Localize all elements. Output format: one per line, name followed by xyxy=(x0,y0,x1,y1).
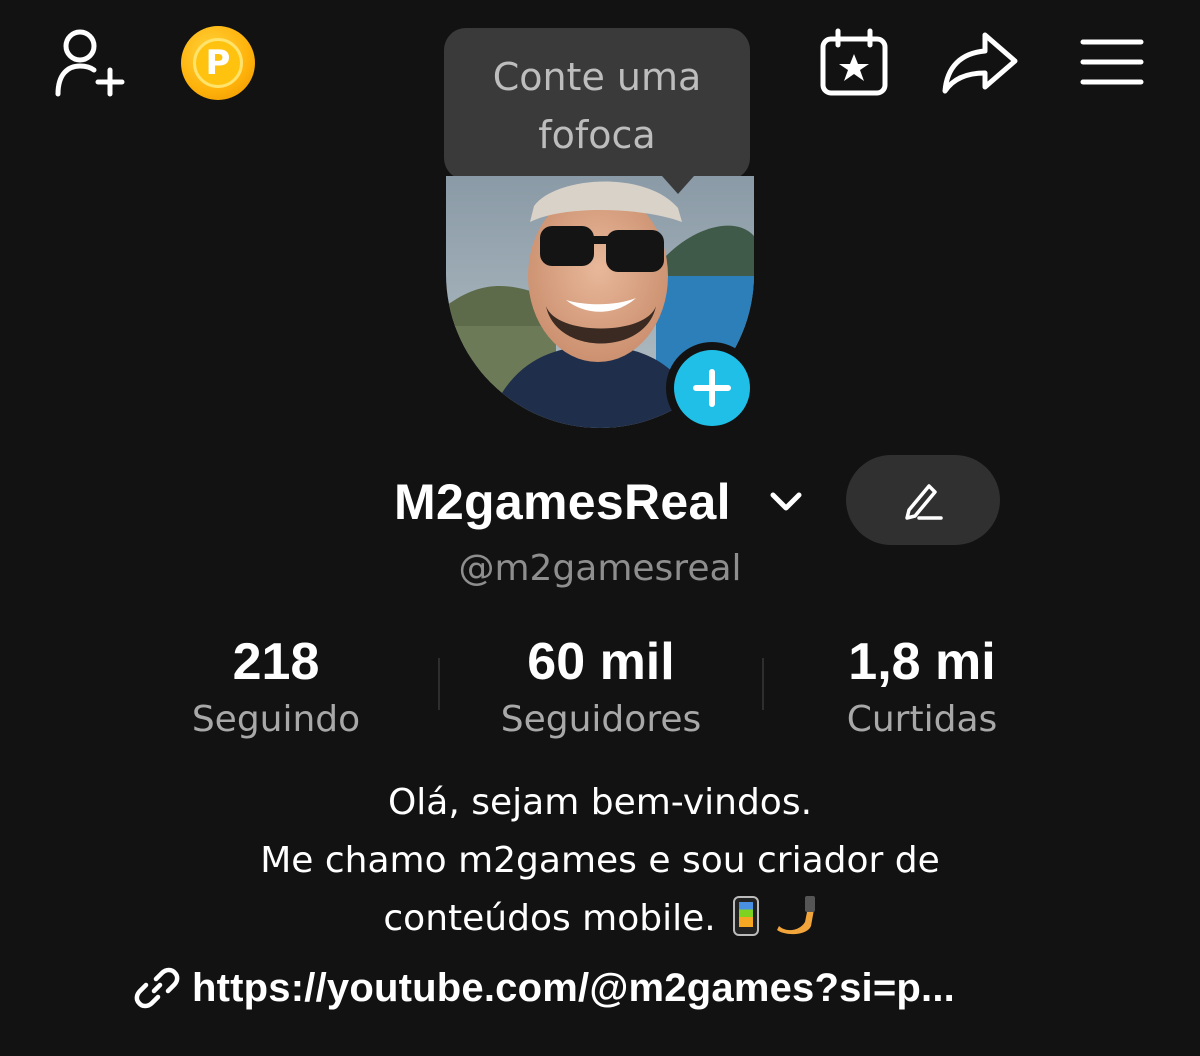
link-icon xyxy=(134,967,180,1009)
share-button[interactable] xyxy=(936,22,1024,102)
calendar-button[interactable] xyxy=(812,22,896,102)
following-label: Seguindo xyxy=(191,699,361,740)
username-handle: @m2gamesreal xyxy=(458,548,742,589)
chevron-down-icon xyxy=(770,492,802,511)
profile-link[interactable]: https://youtube.com/@m2games?si=p... xyxy=(134,958,955,1018)
mobile-phone-icon xyxy=(733,896,760,936)
coin-icon: P xyxy=(181,26,255,100)
plus-icon xyxy=(674,350,750,426)
account-switch-chevron[interactable] xyxy=(766,484,806,520)
link-text: https://youtube.com/@m2games?si=p... xyxy=(192,965,956,1010)
edit-profile-button[interactable] xyxy=(846,455,1000,545)
person-add-icon xyxy=(55,29,125,97)
tooltip-line-2: fofoca xyxy=(538,113,656,157)
stat-likes[interactable]: 1,8 mi Curtidas xyxy=(792,632,1052,746)
selfie-icon xyxy=(776,896,815,935)
tooltip-bubble[interactable]: Conte uma fofoca xyxy=(444,28,750,180)
following-count: 218 xyxy=(232,633,320,691)
display-name[interactable]: M2gamesReal xyxy=(394,472,731,532)
pencil-icon xyxy=(905,484,943,520)
stat-followers[interactable]: 60 mil Seguidores xyxy=(471,632,731,746)
bio: Olá, sejam bem-vindos. Me chamo m2games … xyxy=(0,774,1200,948)
stat-following[interactable]: 218 Seguindo xyxy=(146,632,406,746)
tooltip-tail xyxy=(662,176,694,194)
stat-divider xyxy=(438,658,440,710)
followers-label: Seguidores xyxy=(500,699,702,740)
add-friend-button[interactable] xyxy=(44,22,136,102)
likes-label: Curtidas xyxy=(846,699,998,740)
bio-line-2: Me chamo m2games e sou criador de xyxy=(260,840,940,881)
share-arrow-icon xyxy=(942,32,1018,94)
bio-line-3-row: conteúdos mobile. xyxy=(0,890,1200,948)
coins-button[interactable]: P xyxy=(178,24,258,102)
bio-line-1: Olá, sejam bem-vindos. xyxy=(387,782,813,823)
stat-divider xyxy=(762,658,764,710)
coin-letter: P xyxy=(193,38,243,88)
add-story-button[interactable] xyxy=(666,342,758,434)
menu-button[interactable] xyxy=(1070,22,1154,102)
bio-line-3: conteúdos mobile. xyxy=(383,898,716,939)
likes-count: 1,8 mi xyxy=(848,633,996,691)
calendar-star-icon xyxy=(820,28,888,96)
tooltip-line-1: Conte uma xyxy=(492,55,702,99)
hamburger-menu-icon xyxy=(1080,39,1144,85)
followers-count: 60 mil xyxy=(527,633,675,691)
